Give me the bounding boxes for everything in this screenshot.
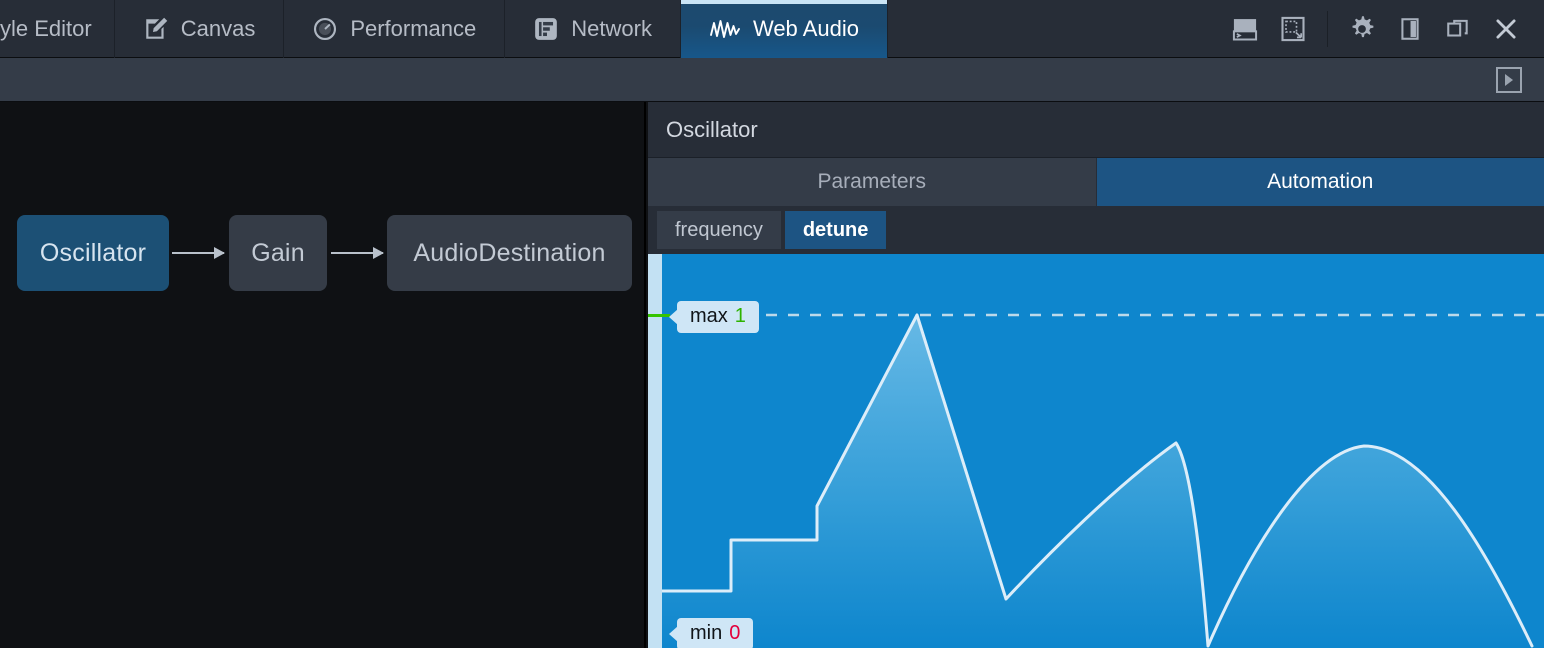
inspector-title: Oscillator	[648, 102, 1544, 158]
dock-side-icon[interactable]	[1386, 0, 1434, 58]
tab-label: yle Editor	[0, 16, 92, 41]
tab-label: Automation	[1267, 170, 1374, 193]
responsive-design-mode-icon[interactable]	[1269, 0, 1317, 58]
tab-performance[interactable]: Performance	[284, 0, 506, 58]
split-console-icon[interactable]	[1221, 0, 1269, 58]
automation-chart[interactable]: max 1 min 0	[648, 254, 1544, 648]
chart-min-label-text: min	[690, 622, 723, 644]
devtools-toolbar: yle Editor Canvas Performance Network We…	[0, 0, 1544, 58]
audio-context-graph[interactable]: Oscillator Gain AudioDestination	[0, 102, 646, 648]
graph-node-label: Oscillator	[39, 238, 147, 267]
webaudio-secondary-toolbar	[0, 58, 1544, 102]
graph-node-gain[interactable]: Gain	[229, 215, 327, 291]
tab-web-audio[interactable]: Web Audio	[680, 0, 888, 58]
tab-network[interactable]: Network	[505, 0, 681, 58]
stopwatch-icon	[312, 16, 338, 42]
pencil-edit-icon	[143, 16, 169, 42]
tab-parameters[interactable]: Parameters	[648, 158, 1097, 206]
param-chip-label: detune	[802, 218, 869, 241]
devtools-tab-strip: yle Editor Canvas Performance Network We…	[0, 0, 888, 58]
automation-curve-svg	[660, 313, 1544, 648]
toolbar-divider	[1327, 11, 1328, 47]
automation-area	[662, 315, 1532, 648]
tab-canvas[interactable]: Canvas	[115, 0, 285, 58]
automation-param-selector: frequency detune	[648, 206, 1544, 254]
inspector-tab-strip: Parameters Automation	[648, 158, 1544, 206]
node-inspector-panel: Oscillator Parameters Automation frequen…	[648, 102, 1544, 648]
chart-max-tick	[648, 314, 670, 317]
waveform-icon	[709, 16, 741, 42]
param-chip-label: frequency	[675, 218, 763, 241]
graph-node-label: AudioDestination	[413, 238, 606, 267]
graph-node-oscillator[interactable]: Oscillator	[17, 215, 169, 291]
chart-max-label-text: max	[690, 305, 728, 327]
settings-gear-icon[interactable]	[1338, 0, 1386, 58]
chart-max-value: 1	[734, 305, 746, 327]
play-expand-icon[interactable]	[1496, 66, 1522, 93]
tab-automation[interactable]: Automation	[1096, 158, 1544, 206]
tab-label: Canvas	[180, 16, 256, 41]
tab-label: Web Audio	[752, 16, 859, 41]
network-bars-icon	[533, 16, 559, 42]
graph-edge-oscillator-gain	[172, 247, 225, 259]
param-chip-frequency[interactable]: frequency	[657, 211, 781, 249]
chart-min-label: min 0	[677, 618, 754, 648]
tab-label: Parameters	[817, 170, 927, 193]
chart-max-label: max 1	[677, 301, 759, 333]
separate-window-icon[interactable]	[1434, 0, 1482, 58]
graph-node-label: Gain	[251, 238, 305, 267]
tab-label: Network	[571, 16, 652, 41]
tab-style-editor[interactable]: yle Editor	[0, 0, 115, 58]
toolbar-action-icons	[1221, 0, 1544, 58]
graph-node-audiodestination[interactable]: AudioDestination	[387, 215, 632, 291]
chart-min-value: 0	[729, 622, 741, 644]
devtools-window: yle Editor Canvas Performance Network We…	[0, 0, 1544, 648]
graph-edge-gain-destination	[331, 247, 384, 259]
tab-label: Performance	[350, 16, 477, 41]
param-chip-detune[interactable]: detune	[784, 211, 887, 249]
close-icon[interactable]	[1482, 0, 1530, 58]
